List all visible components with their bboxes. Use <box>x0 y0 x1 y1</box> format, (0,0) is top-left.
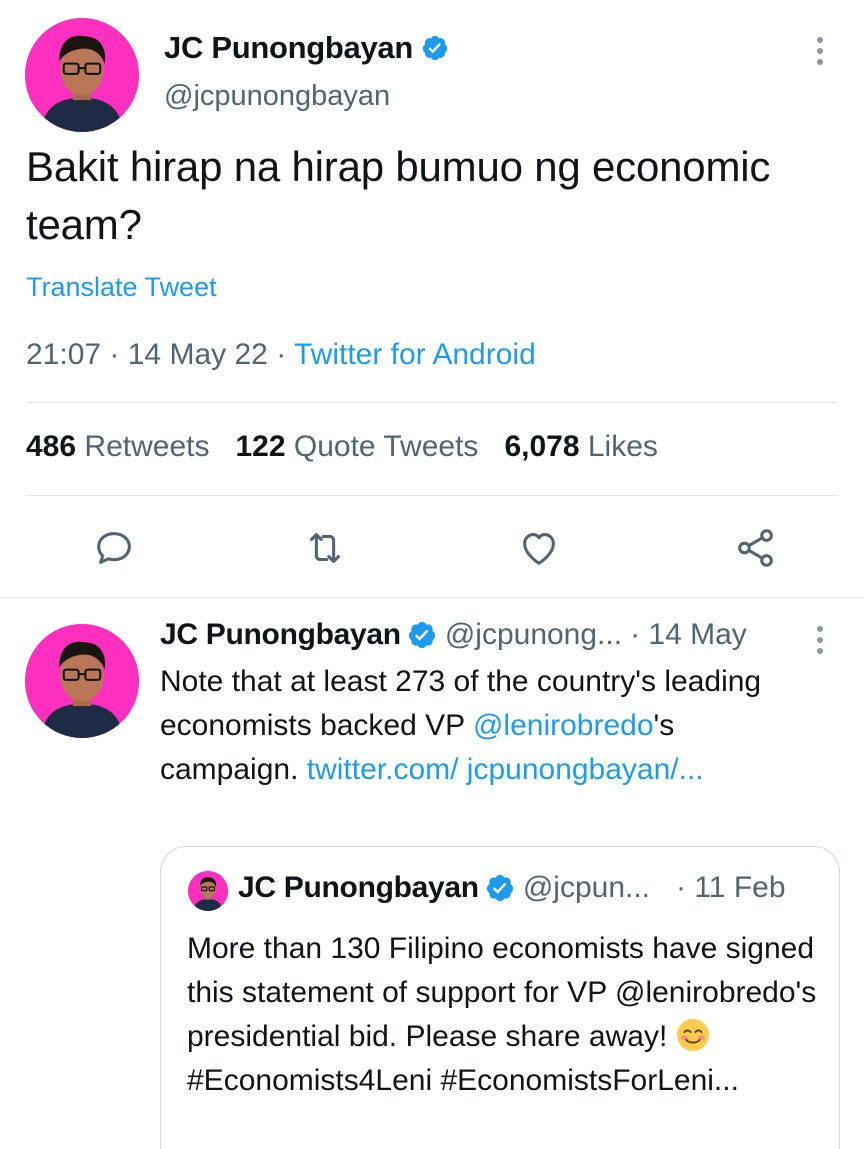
tweet-time[interactable]: 21:07 <box>26 338 101 371</box>
quoted-author-avatar <box>188 871 228 911</box>
reply-icon[interactable] <box>91 525 137 571</box>
verified-badge-icon <box>421 34 449 62</box>
translate-tweet-link[interactable]: Translate Tweet <box>26 272 217 303</box>
tweet-source[interactable]: Twitter for Android <box>294 338 536 371</box>
likes-stat[interactable]: 6,078 Likes <box>504 430 657 464</box>
more-options-icon[interactable] <box>815 37 825 65</box>
tweet-date[interactable]: 14 May 22 <box>128 338 268 371</box>
quoted-author-name: JC Punongbayan <box>238 871 479 904</box>
reply-header: JC Punongbayan @jcpunong... · 14 May <box>160 618 747 652</box>
author-handle[interactable]: @jcpunongbayan <box>164 80 390 113</box>
avatar-photo <box>188 871 228 911</box>
avatar-photo <box>25 624 139 738</box>
meta-separator: · <box>276 338 294 371</box>
more-options-icon[interactable] <box>815 626 825 654</box>
divider <box>0 597 864 598</box>
quoted-tweet-card[interactable]: JC Punongbayan @jcpun... · 11 Feb More t… <box>160 846 840 1149</box>
reply-author-handle[interactable]: @jcpunong... <box>445 618 622 652</box>
tweet-stats: 486 Retweets 122 Quote Tweets 6,078 Like… <box>26 430 658 464</box>
quoted-header: JC Punongbayan @jcpun... · 11 Feb <box>238 871 786 905</box>
author-avatar[interactable] <box>25 18 139 132</box>
reply-text: Note that at least 273 of the country's … <box>160 665 762 786</box>
quoted-author-handle: @jcpun... <box>522 871 651 904</box>
quote-tweets-stat[interactable]: 122 Quote Tweets <box>235 430 478 464</box>
author-name[interactable]: JC Punongbayan <box>164 30 413 66</box>
tweet-url-link[interactable]: twitter.com/ jcpunongbayan/... <box>307 753 704 786</box>
tweet-text: Bakit hirap na hirap bumuo ng economic t… <box>26 143 771 248</box>
retweets-stat[interactable]: 486 Retweets <box>26 430 209 464</box>
verified-badge-icon <box>485 873 515 903</box>
quoted-text: More than 130 Filipino economists have s… <box>187 932 817 1097</box>
retweet-icon[interactable] <box>302 525 348 571</box>
meta-separator: · <box>109 338 128 371</box>
reply-author-avatar[interactable] <box>25 624 139 738</box>
quoted-time: · 11 Feb <box>676 871 786 904</box>
reply-author-name[interactable]: JC Punongbayan <box>160 618 401 652</box>
tweet-actions <box>0 525 864 571</box>
mention-link[interactable]: @lenirobredo <box>473 709 654 742</box>
divider <box>26 402 838 403</box>
reply-time[interactable]: · 14 May <box>630 618 747 652</box>
avatar-photo <box>25 18 139 132</box>
tweet-meta: 21:07 · 14 May 22 · Twitter for Android <box>26 338 536 372</box>
share-icon[interactable] <box>733 525 779 571</box>
like-icon[interactable] <box>516 525 562 571</box>
smiling-face-emoji-icon <box>676 1018 710 1052</box>
divider <box>26 495 838 496</box>
verified-badge-icon <box>407 620 437 650</box>
